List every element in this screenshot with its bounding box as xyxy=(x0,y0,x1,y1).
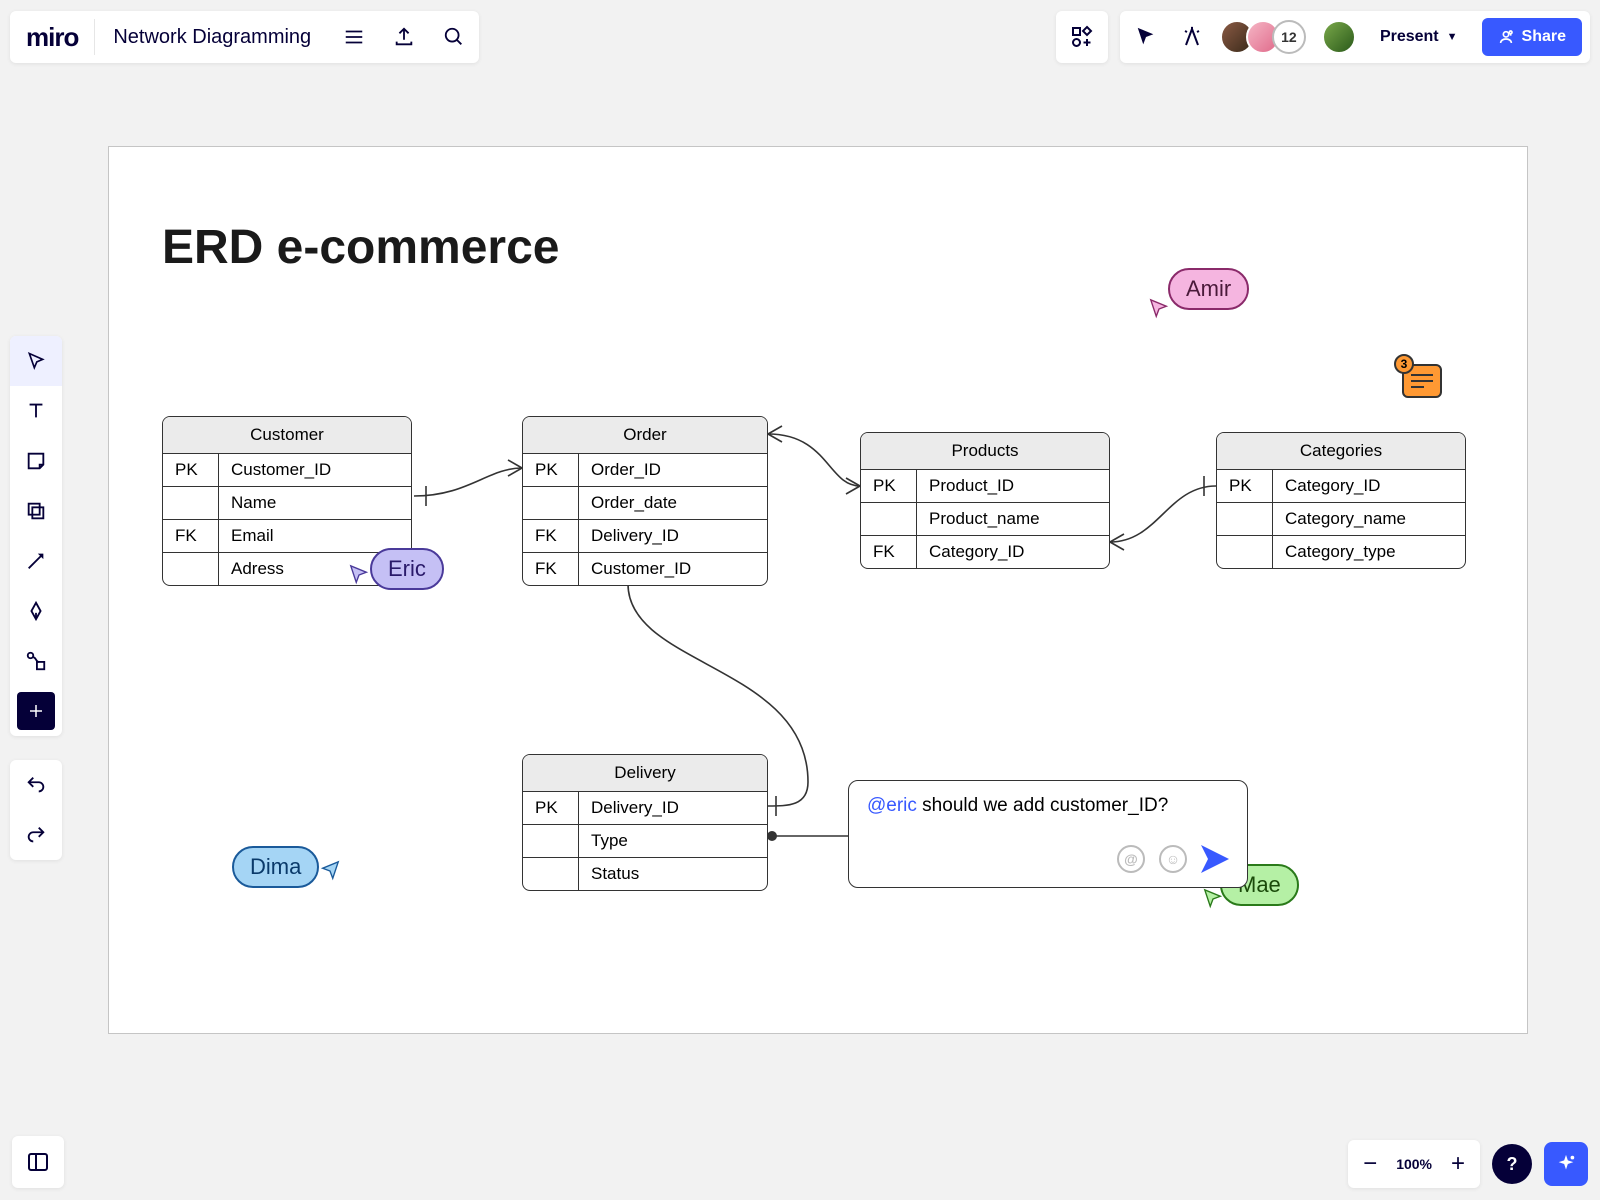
export-icon[interactable] xyxy=(379,11,429,63)
tool-frame[interactable] xyxy=(10,636,62,686)
panel-toggle[interactable] xyxy=(12,1136,64,1188)
help-button[interactable]: ? xyxy=(1492,1144,1532,1184)
entity-key xyxy=(1217,503,1273,535)
left-toolbar xyxy=(10,336,62,736)
entity-key xyxy=(523,487,579,519)
mention-icon[interactable]: @ xyxy=(1117,845,1145,873)
canvas-frame[interactable] xyxy=(108,146,1528,1034)
user-cursor-amir: Amir xyxy=(1146,268,1249,310)
tool-pen[interactable] xyxy=(10,586,62,636)
entity-key: PK xyxy=(163,454,219,486)
send-icon[interactable] xyxy=(1201,845,1229,873)
chevron-down-icon: ▼ xyxy=(1447,31,1458,43)
comment-mention: @eric xyxy=(867,795,917,816)
zoom-level[interactable]: 100% xyxy=(1392,1156,1436,1172)
entity-key xyxy=(163,487,219,519)
comment-pin[interactable]: 3 xyxy=(1402,364,1442,398)
apps-icon[interactable] xyxy=(1056,11,1108,63)
cursor-follow-icon[interactable] xyxy=(1128,26,1164,48)
entity-key xyxy=(523,858,579,890)
user-cursor-dima: Dima xyxy=(232,846,341,888)
tool-shape[interactable] xyxy=(10,486,62,536)
avatar-stack[interactable]: 12 xyxy=(1220,20,1306,54)
zoom-in-button[interactable]: + xyxy=(1436,1140,1480,1188)
redo-button[interactable] xyxy=(10,810,62,860)
entity-products[interactable]: Products PKProduct_IDProduct_nameFKCateg… xyxy=(860,432,1110,569)
zoom-control: − 100% + xyxy=(1348,1140,1480,1188)
avatar-count[interactable]: 12 xyxy=(1272,20,1306,54)
emoji-icon[interactable]: ☺ xyxy=(1159,845,1187,873)
entity-key xyxy=(861,503,917,535)
entity-key: FK xyxy=(163,520,219,552)
entity-key: FK xyxy=(523,520,579,552)
entity-key: PK xyxy=(523,792,579,824)
entity-key xyxy=(1217,536,1273,568)
entity-order[interactable]: Order PKOrder_IDOrder_dateFKDelivery_IDF… xyxy=(522,416,768,586)
share-label: Share xyxy=(1522,28,1566,46)
tool-text[interactable] xyxy=(10,386,62,436)
present-label: Present xyxy=(1380,28,1439,46)
entity-attr: Customer_ID xyxy=(579,553,767,585)
entity-attr: Delivery_ID xyxy=(579,520,767,552)
entity-title: Customer xyxy=(163,417,411,454)
comment-text: @eric should we add customer_ID? xyxy=(867,795,1229,817)
entity-key xyxy=(163,553,219,585)
entity-attr: Product_ID xyxy=(917,470,1109,502)
collab-cluster: 12 Present ▼ Share xyxy=(1120,11,1590,63)
header-left-cluster: miro Network Diagramming xyxy=(10,11,479,63)
entity-key: PK xyxy=(861,470,917,502)
entity-title: Products xyxy=(861,433,1109,470)
zoom-out-button[interactable]: − xyxy=(1348,1140,1392,1188)
entity-title: Order xyxy=(523,417,767,454)
comment-input[interactable]: @eric should we add customer_ID? @ ☺ xyxy=(848,780,1248,888)
frame-title[interactable]: ERD e-commerce xyxy=(162,220,560,275)
entity-title: Delivery xyxy=(523,755,767,792)
tool-add[interactable] xyxy=(17,692,55,730)
entity-attr: Order_date xyxy=(579,487,767,519)
entity-title: Categories xyxy=(1217,433,1465,470)
user-cursor-label: Amir xyxy=(1168,268,1249,310)
entity-attr: Type xyxy=(579,825,767,857)
entity-key: FK xyxy=(523,553,579,585)
tool-connector[interactable] xyxy=(10,536,62,586)
entity-attr: Category_ID xyxy=(1273,470,1465,502)
app-logo[interactable]: miro xyxy=(10,22,94,53)
ai-button[interactable] xyxy=(1544,1142,1588,1186)
entity-attr: Status xyxy=(579,858,767,890)
entity-attr: Name xyxy=(219,487,411,519)
reactions-icon[interactable] xyxy=(1174,25,1210,49)
present-button[interactable]: Present ▼ xyxy=(1366,19,1472,55)
search-icon[interactable] xyxy=(429,11,479,63)
entity-attr: Category_ID xyxy=(917,536,1109,568)
entity-categories[interactable]: Categories PKCategory_IDCategory_nameCat… xyxy=(1216,432,1466,569)
entity-attr: Delivery_ID xyxy=(579,792,767,824)
undo-button[interactable] xyxy=(10,760,62,810)
history-bar xyxy=(10,760,62,860)
entity-attr: Category_name xyxy=(1273,503,1465,535)
user-cursor-label: Eric xyxy=(370,548,444,590)
tool-select[interactable] xyxy=(10,336,62,386)
entity-key xyxy=(523,825,579,857)
entity-key: PK xyxy=(523,454,579,486)
entity-delivery[interactable]: Delivery PKDelivery_IDTypeStatus xyxy=(522,754,768,891)
comment-count-badge: 3 xyxy=(1394,354,1414,374)
entity-attr: Product_name xyxy=(917,503,1109,535)
tool-sticky[interactable] xyxy=(10,436,62,486)
entity-key: FK xyxy=(861,536,917,568)
user-cursor-label: Dima xyxy=(232,846,319,888)
entity-attr: Customer_ID xyxy=(219,454,411,486)
user-cursor-eric: Eric xyxy=(348,548,444,590)
entity-attr: Category_type xyxy=(1273,536,1465,568)
board-title[interactable]: Network Diagramming xyxy=(95,26,329,49)
entity-key: PK xyxy=(1217,470,1273,502)
share-button[interactable]: Share xyxy=(1482,18,1582,56)
menu-icon[interactable] xyxy=(329,11,379,63)
avatar-me[interactable] xyxy=(1322,20,1356,54)
entity-attr: Order_ID xyxy=(579,454,767,486)
